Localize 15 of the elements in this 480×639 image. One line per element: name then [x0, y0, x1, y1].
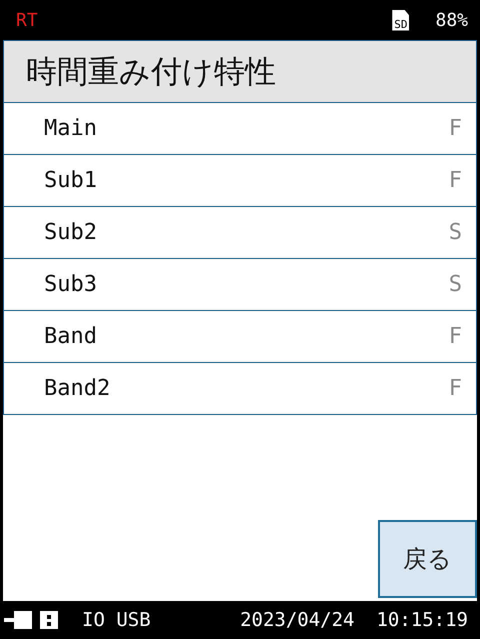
list-item[interactable]: Sub1 F — [3, 155, 477, 207]
mode-label: RT — [16, 10, 39, 30]
list-item[interactable]: Band F — [3, 311, 477, 363]
list-item[interactable]: Band2 F — [3, 363, 477, 415]
connection-icon — [4, 609, 60, 631]
date-label: 2023/04/24 — [240, 609, 354, 631]
back-button[interactable]: 戻る — [378, 520, 477, 598]
list-item[interactable]: Main F — [3, 103, 477, 155]
time-label: 10:15:19 — [376, 609, 468, 631]
io-label: IO USB — [82, 609, 152, 631]
battery-level: 88% — [435, 10, 468, 30]
sd-card-icon: SD — [392, 10, 410, 30]
list-item[interactable]: Sub3 S — [3, 259, 477, 311]
list-item[interactable]: Sub2 S — [3, 207, 477, 259]
screen-title: 時間重み付け特性 — [3, 40, 477, 103]
